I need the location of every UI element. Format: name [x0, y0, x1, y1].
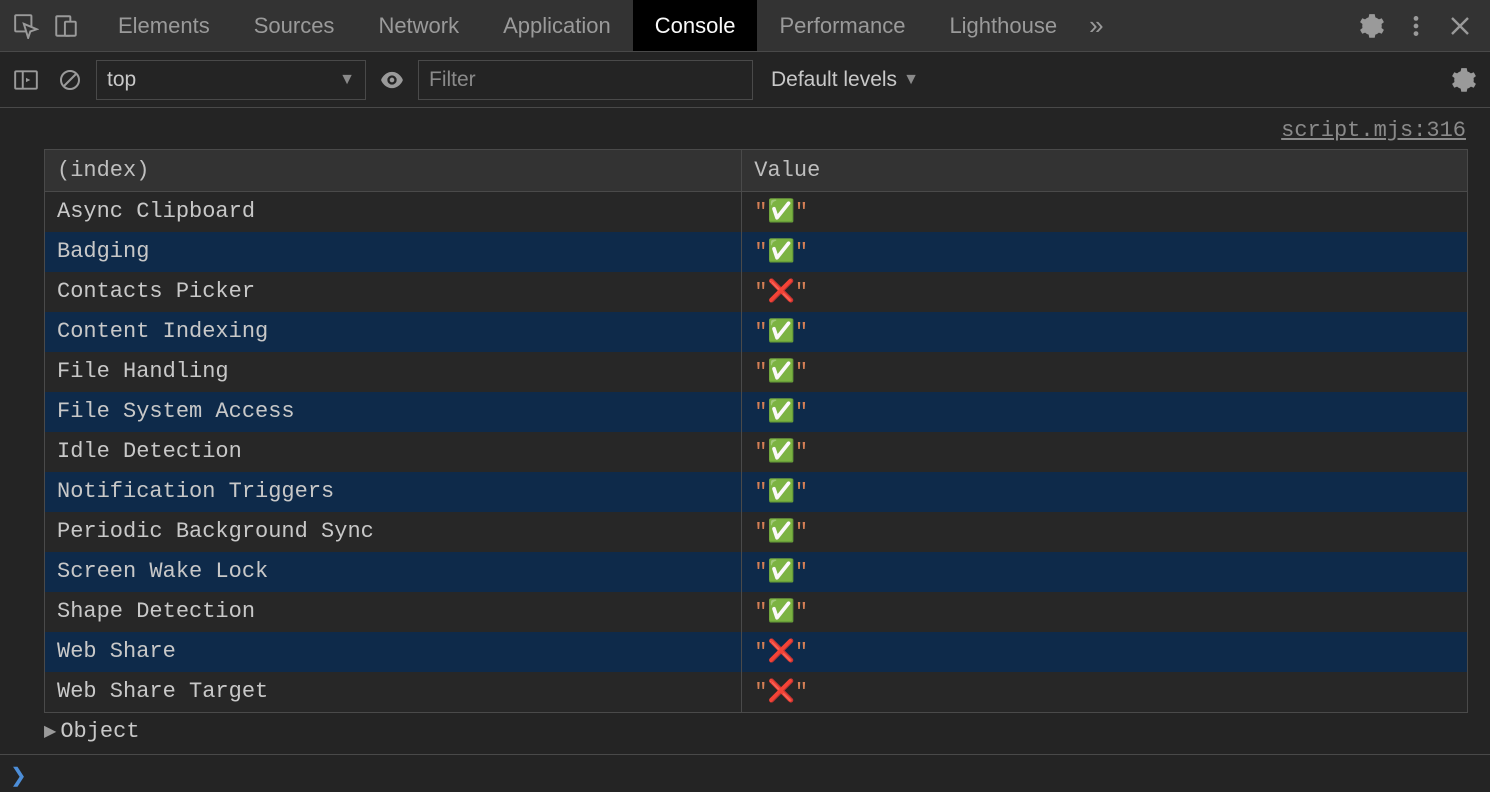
cell-value: "✅": [742, 592, 1467, 632]
console-sidebar-toggle-icon[interactable]: [8, 62, 44, 98]
tab-network[interactable]: Network: [356, 0, 481, 51]
cell-index: Content Indexing: [45, 312, 742, 352]
cell-value: "✅": [742, 312, 1467, 352]
cell-index: File Handling: [45, 352, 742, 392]
table-row[interactable]: Badging"✅": [45, 232, 1467, 272]
col-header-value[interactable]: Value: [742, 150, 1467, 192]
col-header-index[interactable]: (index): [45, 150, 742, 192]
levels-label: Default levels: [771, 68, 897, 92]
cell-value: "✅": [742, 352, 1467, 392]
cell-index: Contacts Picker: [45, 272, 742, 312]
table-row[interactable]: Periodic Background Sync"✅": [45, 512, 1467, 552]
chevron-down-icon: ▼: [339, 71, 355, 89]
clear-console-icon[interactable]: [52, 62, 88, 98]
console-toolbar: top ▼ Default levels ▼: [0, 52, 1490, 108]
cell-value: "✅": [742, 472, 1467, 512]
live-expression-icon[interactable]: [374, 62, 410, 98]
inspect-element-icon[interactable]: [6, 6, 46, 46]
table-row[interactable]: Web Share"❌": [45, 632, 1467, 672]
device-toolbar-icon[interactable]: [46, 6, 86, 46]
cell-index: Web Share: [45, 632, 742, 672]
devtools-tabbar: ElementsSourcesNetworkApplicationConsole…: [0, 0, 1490, 52]
tab-sources[interactable]: Sources: [232, 0, 357, 51]
cell-value: "✅": [742, 232, 1467, 272]
table-row[interactable]: Shape Detection"✅": [45, 592, 1467, 632]
console-output: script.mjs:316 (index) Value Async Clipb…: [0, 108, 1490, 744]
cell-index: Badging: [45, 232, 742, 272]
cell-index: Web Share Target: [45, 672, 742, 712]
context-label: top: [107, 68, 136, 92]
cell-value: "✅": [742, 192, 1467, 232]
kebab-menu-icon[interactable]: [1396, 6, 1436, 46]
console-settings-gear-icon[interactable]: [1446, 62, 1482, 98]
cell-value: "✅": [742, 552, 1467, 592]
cell-index: Periodic Background Sync: [45, 512, 742, 552]
execution-context-select[interactable]: top ▼: [96, 60, 366, 100]
table-row[interactable]: Screen Wake Lock"✅": [45, 552, 1467, 592]
table-row[interactable]: Web Share Target"❌": [45, 672, 1467, 712]
filter-input[interactable]: [418, 60, 753, 100]
cell-index: Idle Detection: [45, 432, 742, 472]
table-row[interactable]: File System Access"✅": [45, 392, 1467, 432]
table-row[interactable]: File Handling"✅": [45, 352, 1467, 392]
cell-value: "❌": [742, 672, 1467, 712]
cell-index: Notification Triggers: [45, 472, 742, 512]
cell-value: "❌": [742, 272, 1467, 312]
tabs-overflow-button[interactable]: »: [1079, 10, 1113, 41]
cell-index: Shape Detection: [45, 592, 742, 632]
cell-index: Screen Wake Lock: [45, 552, 742, 592]
table-row[interactable]: Notification Triggers"✅": [45, 472, 1467, 512]
chevron-down-icon: ▼: [903, 71, 919, 89]
prompt-caret-icon: ❯: [10, 766, 27, 789]
table-row[interactable]: Contacts Picker"❌": [45, 272, 1467, 312]
table-row[interactable]: Async Clipboard"✅": [45, 192, 1467, 232]
table-row[interactable]: Idle Detection"✅": [45, 432, 1467, 472]
cell-value: "✅": [742, 512, 1467, 552]
object-label: Object: [60, 719, 139, 744]
tab-lighthouse[interactable]: Lighthouse: [927, 0, 1079, 51]
cell-index: Async Clipboard: [45, 192, 742, 232]
tab-application[interactable]: Application: [481, 0, 633, 51]
panel-tabs: ElementsSourcesNetworkApplicationConsole…: [96, 0, 1079, 51]
disclosure-triangle-icon: ▶: [44, 721, 56, 741]
cell-index: File System Access: [45, 392, 742, 432]
console-table: (index) Value Async Clipboard"✅"Badging"…: [44, 149, 1468, 713]
cell-value: "✅": [742, 392, 1467, 432]
source-link[interactable]: script.mjs:316: [0, 108, 1490, 149]
table-row[interactable]: Content Indexing"✅": [45, 312, 1467, 352]
tab-console[interactable]: Console: [633, 0, 758, 51]
tab-performance[interactable]: Performance: [757, 0, 927, 51]
expandable-object[interactable]: ▶ Object: [44, 719, 1468, 744]
gear-icon[interactable]: [1352, 6, 1392, 46]
log-levels-select[interactable]: Default levels ▼: [761, 68, 929, 92]
close-icon[interactable]: [1440, 6, 1480, 46]
tab-elements[interactable]: Elements: [96, 0, 232, 51]
cell-value: "❌": [742, 632, 1467, 672]
cell-value: "✅": [742, 432, 1467, 472]
console-prompt[interactable]: ❯: [0, 754, 1490, 792]
